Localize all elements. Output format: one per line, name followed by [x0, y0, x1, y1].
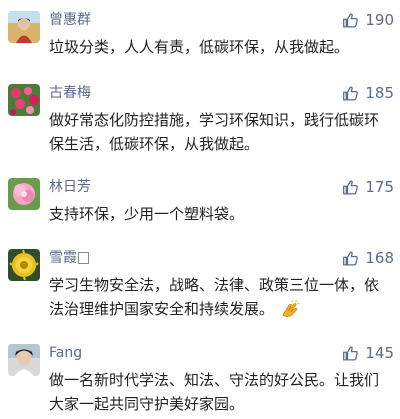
like-button[interactable]: 185 — [342, 84, 394, 102]
like-button[interactable]: 168 — [342, 249, 394, 267]
comment-text: 垃圾分类，人人有责，低碳环保，从我做起。 — [49, 38, 350, 56]
thumbs-up-icon — [343, 250, 359, 266]
commenter-name[interactable]: Fang — [49, 344, 82, 362]
commenter-name[interactable]: 雪霞 — [49, 249, 89, 267]
like-count: 145 — [365, 344, 394, 362]
like-count: 190 — [365, 11, 394, 29]
avatar[interactable] — [8, 84, 40, 116]
thumbs-up-icon — [343, 345, 359, 361]
commenter-name[interactable]: 林日芳 — [49, 178, 91, 196]
like-button[interactable]: 145 — [342, 344, 394, 362]
clapping-hands-icon — [280, 300, 300, 324]
avatar[interactable] — [8, 344, 40, 376]
commenter-name-text: 雪霞 — [49, 250, 77, 266]
comment-text: 做好常态化防控措施，学习环保知识，践行低碳环保生活，低碳环保，从我做起。 — [49, 111, 380, 153]
like-count: 168 — [365, 249, 394, 267]
like-button[interactable]: 175 — [342, 178, 394, 196]
like-count: 175 — [365, 178, 394, 196]
thumbs-up-icon — [343, 12, 359, 28]
comment-text: 支持环保，少用一个塑料袋。 — [49, 205, 245, 223]
like-button[interactable]: 190 — [342, 11, 394, 29]
comment-text: 学习生物安全法，战略、法律、政策三位一体，依法治理维护国家安全和持续发展。 — [49, 273, 391, 324]
avatar[interactable] — [8, 249, 40, 281]
like-count: 185 — [365, 84, 394, 102]
comment-text: 做一名新时代学法、知法、守法的好公民。让我们大家一起共同守护美好家园。 — [49, 371, 380, 413]
comment-text-body: 学习生物安全法，战略、法律、政策三位一体，依法治理维护国家安全和持续发展。 — [49, 276, 380, 318]
commenter-name[interactable]: 曾惠群 — [49, 11, 91, 29]
avatar[interactable] — [8, 11, 40, 43]
avatar[interactable] — [8, 178, 40, 210]
thumbs-up-icon — [343, 85, 359, 101]
thumbs-up-icon — [343, 179, 359, 195]
commenter-name[interactable]: 古春梅 — [49, 84, 91, 102]
comment-list: 曾惠群 190 垃圾分类，人人有责，低碳环保，从我做起。 古春梅 185 做好常… — [0, 0, 400, 419]
unsupported-glyph — [78, 252, 89, 264]
